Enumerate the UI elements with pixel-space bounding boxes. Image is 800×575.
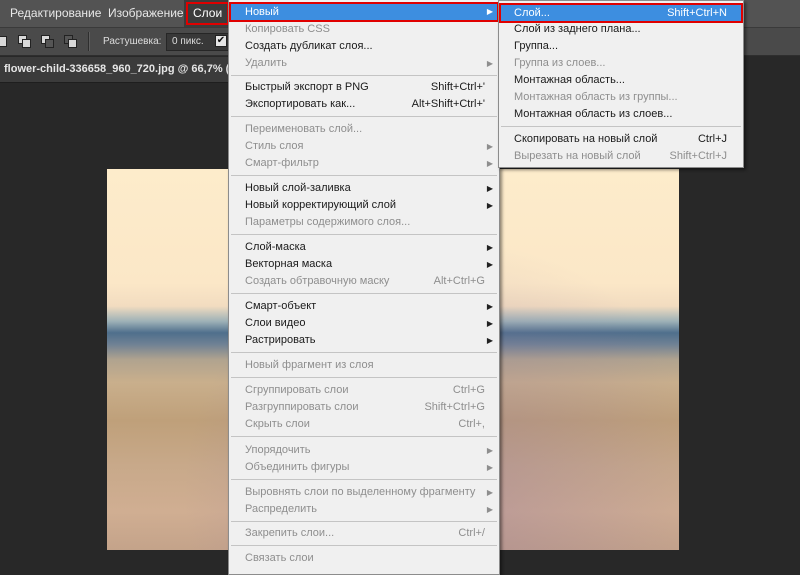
submenu-separator bbox=[501, 126, 741, 127]
menu-item-layer-content-options[interactable]: Параметры содержимого слоя... bbox=[229, 214, 499, 231]
menu-item-duplicate-layer[interactable]: Создать дубликат слоя... bbox=[229, 38, 499, 55]
options-divider bbox=[88, 32, 90, 51]
menu-item-distribute[interactable]: Распределить ▶ bbox=[229, 501, 499, 518]
menu-item-copy-css[interactable]: Копировать CSS bbox=[229, 21, 499, 38]
submenu-item-group[interactable]: Группа... bbox=[499, 38, 743, 55]
menu-item-hide-layers[interactable]: Скрыть слои Ctrl+, bbox=[229, 416, 499, 433]
menu-item-smart-object[interactable]: Смарт-объект ▶ bbox=[229, 298, 499, 315]
menu-separator bbox=[231, 352, 497, 353]
menu-item-layer-mask[interactable]: Слой-маска ▶ bbox=[229, 239, 499, 256]
document-title: flower-child-336658_960_720.jpg @ 66,7% … bbox=[4, 63, 257, 75]
antialias-checkbox[interactable]: ✔ bbox=[215, 35, 227, 47]
menu-item-new-slice-from-layer[interactable]: Новый фрагмент из слоя bbox=[229, 357, 499, 374]
menu-item-video-layers[interactable]: Слои видео ▶ bbox=[229, 315, 499, 332]
menu-separator bbox=[231, 116, 497, 117]
menu-item-delete[interactable]: Удалить ▶ bbox=[229, 55, 499, 72]
menu-item-create-clipping-mask[interactable]: Создать обтравочную маску Alt+Ctrl+G bbox=[229, 273, 499, 290]
menu-item-arrange[interactable]: Упорядочить ▶ bbox=[229, 442, 499, 459]
new-submenu: Слой... Shift+Ctrl+N Слой из заднего план… bbox=[498, 0, 744, 168]
menu-image[interactable]: Изображение bbox=[104, 0, 188, 27]
menu-item-rename-layer[interactable]: Переименовать слой... bbox=[229, 121, 499, 138]
menu-item-export-as[interactable]: Экспортировать как... Alt+Shift+Ctrl+' bbox=[229, 96, 499, 113]
menu-separator bbox=[231, 234, 497, 235]
submenu-item-artboard-from-group[interactable]: Монтажная область из группы... bbox=[499, 89, 743, 106]
menu-item-new-adjustment-layer[interactable]: Новый корректирующий слой ▶ bbox=[229, 197, 499, 214]
menu-item-new[interactable]: Новый ▶ bbox=[229, 2, 499, 22]
feather-label: Растушевка: bbox=[103, 36, 162, 47]
menu-separator bbox=[231, 479, 497, 480]
menu-item-quick-export-png[interactable]: Быстрый экспорт в PNG Shift+Ctrl+' bbox=[229, 79, 499, 96]
menu-separator bbox=[231, 436, 497, 437]
menu-separator bbox=[231, 175, 497, 176]
layers-menu: Новый ▶ Копировать CSS Создать дубликат с… bbox=[228, 0, 500, 575]
menu-separator bbox=[231, 377, 497, 378]
menu-item-ungroup-layers[interactable]: Разгруппировать слои Shift+Ctrl+G bbox=[229, 399, 499, 416]
menu-item-link-layers[interactable]: Связать слои bbox=[229, 550, 499, 567]
menu-separator bbox=[231, 75, 497, 76]
menu-item-lock-layers[interactable]: Закрепить слои... Ctrl+/ bbox=[229, 525, 499, 542]
menu-edit[interactable]: Редактирование bbox=[6, 0, 105, 27]
menu-separator bbox=[231, 521, 497, 522]
new-selection-icon[interactable] bbox=[0, 35, 8, 47]
submenu-item-layer-from-background[interactable]: Слой из заднего плана... bbox=[499, 21, 743, 38]
menu-item-new-fill-layer[interactable]: Новый слой-заливка ▶ bbox=[229, 180, 499, 197]
menu-item-group-layers[interactable]: Сгруппировать слои Ctrl+G bbox=[229, 382, 499, 399]
menu-layers[interactable]: Слои bbox=[184, 0, 232, 27]
menu-item-vector-mask[interactable]: Векторная маска ▶ bbox=[229, 256, 499, 273]
intersect-selection-icon[interactable] bbox=[64, 35, 77, 48]
menu-item-layer-style[interactable]: Стиль слоя ▶ bbox=[229, 138, 499, 155]
menu-item-combine-shapes[interactable]: Объединить фигуры ▶ bbox=[229, 459, 499, 476]
subtract-from-selection-icon[interactable] bbox=[41, 35, 54, 48]
add-to-selection-icon[interactable] bbox=[18, 35, 31, 48]
menu-item-align-layers-to-selection[interactable]: Выровнять слои по выделенному фрагменту ▶ bbox=[229, 484, 499, 501]
submenu-item-layer-via-copy[interactable]: Скопировать на новый слой Ctrl+J bbox=[499, 131, 743, 148]
submenu-item-artboard-from-layers[interactable]: Монтажная область из слоев... bbox=[499, 106, 743, 123]
menu-item-smart-filter[interactable]: Смарт-фильтр ▶ bbox=[229, 155, 499, 172]
submenu-item-layer-via-cut[interactable]: Вырезать на новый слой Shift+Ctrl+J bbox=[499, 148, 743, 165]
menu-separator bbox=[231, 293, 497, 294]
menu-item-rasterize[interactable]: Растрировать ▶ bbox=[229, 332, 499, 349]
menu-separator bbox=[231, 545, 497, 546]
document-tab[interactable]: flower-child-336658_960_720.jpg @ 66,7% … bbox=[0, 57, 257, 83]
submenu-item-layer[interactable]: Слой... Shift+Ctrl+N bbox=[499, 3, 743, 23]
submenu-item-artboard[interactable]: Монтажная область... bbox=[499, 72, 743, 89]
submenu-item-group-from-layers[interactable]: Группа из слоев... bbox=[499, 55, 743, 72]
